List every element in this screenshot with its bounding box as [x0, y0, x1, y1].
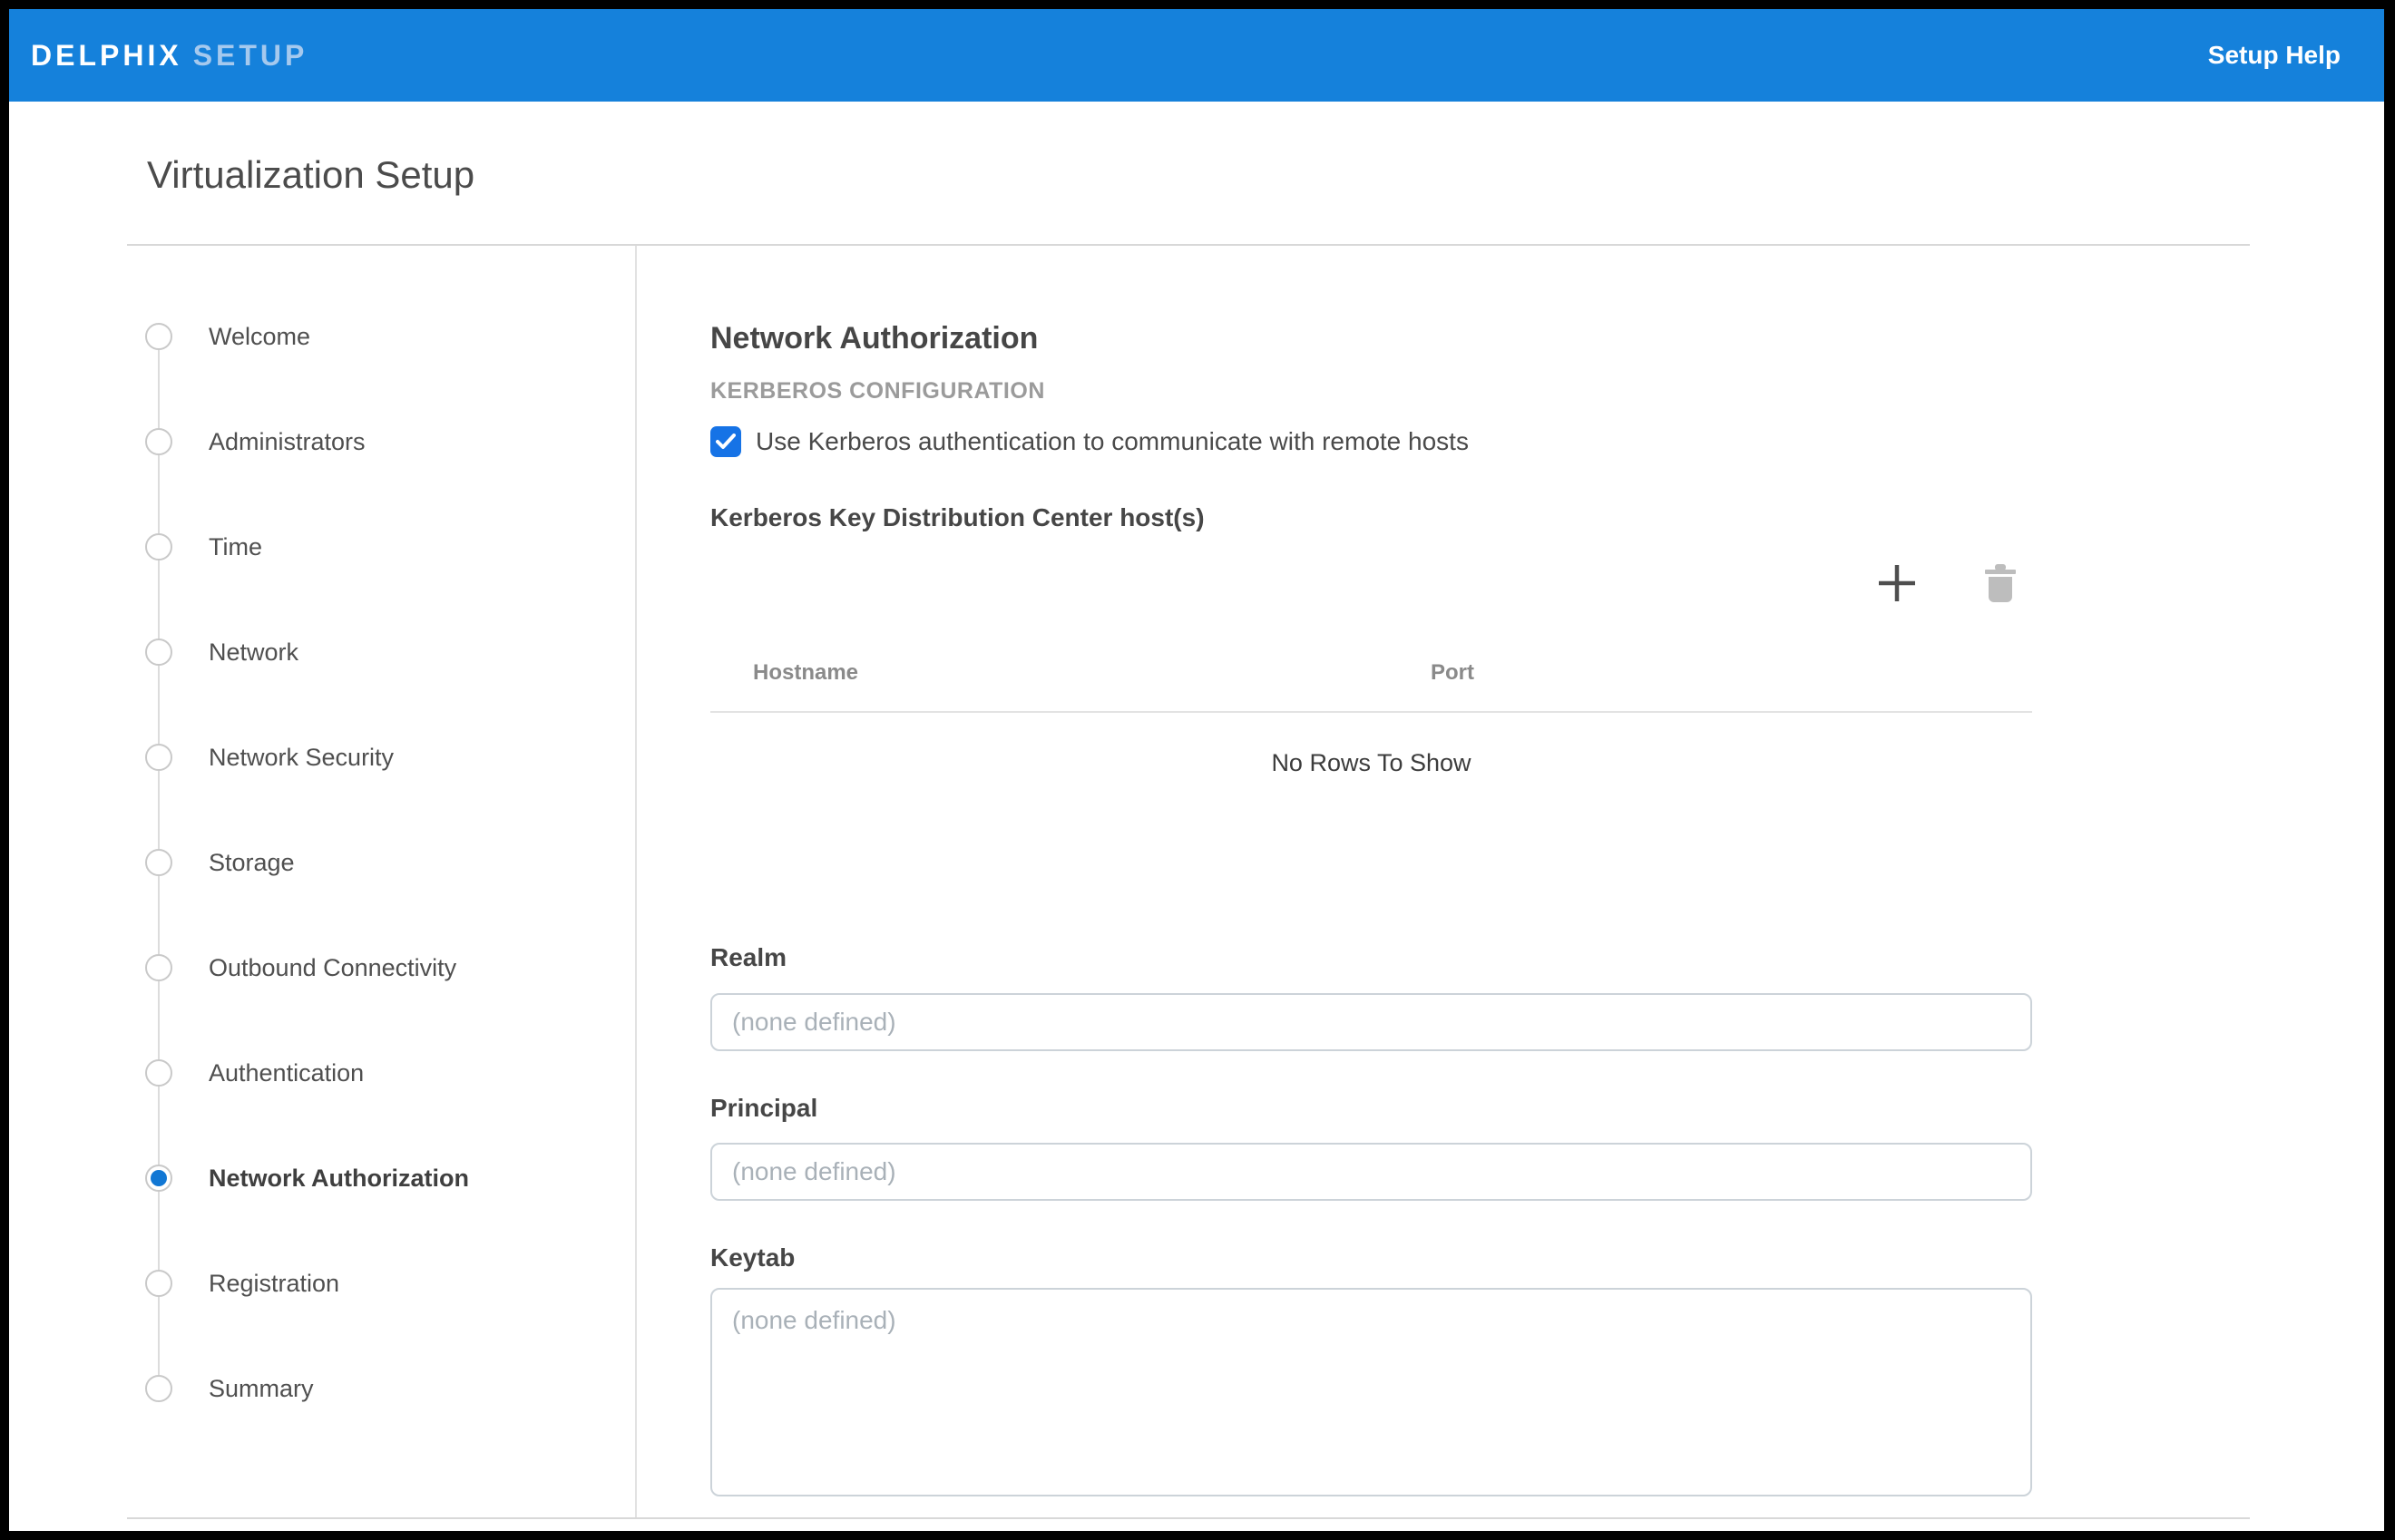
wizard-steps: Welcome Administrators Time Network	[9, 246, 635, 1441]
use-kerberos-label: Use Kerberos authentication to communica…	[756, 427, 1469, 456]
step-circle-icon	[145, 1059, 172, 1087]
sidebar-item-welcome[interactable]: Welcome	[9, 284, 635, 389]
kdc-hosts-label: Kerberos Key Distribution Center host(s)	[710, 502, 2032, 533]
step-circle-icon	[145, 323, 172, 350]
sidebar-item-administrators[interactable]: Administrators	[9, 389, 635, 494]
step-circle-icon	[145, 428, 172, 455]
step-circle-icon	[145, 1375, 172, 1402]
sidebar-item-label: Outbound Connectivity	[209, 954, 456, 982]
column-header-hostname: Hostname	[710, 660, 1388, 686]
use-kerberos-checkbox-row: Use Kerberos authentication to communica…	[710, 426, 2032, 457]
step-circle-icon	[145, 533, 172, 560]
trash-icon	[1985, 564, 2016, 602]
sidebar-item-network-authorization[interactable]: Network Authorization	[9, 1126, 635, 1231]
principal-label: Principal	[710, 1093, 2032, 1124]
screen-frame: DELPHIX SETUP Setup Help Virtualization S…	[0, 0, 2395, 1540]
column-header-port: Port	[1388, 660, 2032, 686]
sidebar-item-label: Summary	[209, 1375, 314, 1403]
delphix-setup-logo: DELPHIX SETUP	[31, 39, 308, 73]
realm-input[interactable]	[710, 993, 2032, 1051]
brand-secondary: SETUP	[193, 39, 308, 72]
sidebar-item-label: Administrators	[209, 428, 366, 456]
principal-input[interactable]	[710, 1143, 2032, 1201]
sidebar-item-label: Registration	[209, 1270, 339, 1298]
sidebar-item-network[interactable]: Network	[9, 599, 635, 705]
sidebar-item-registration[interactable]: Registration	[9, 1231, 635, 1336]
keytab-textarea[interactable]	[710, 1288, 2032, 1496]
sidebar-item-time[interactable]: Time	[9, 494, 635, 599]
top-bar: DELPHIX SETUP Setup Help	[9, 9, 2384, 102]
section-title: Network Authorization	[710, 320, 2032, 357]
sidebar-item-storage[interactable]: Storage	[9, 810, 635, 915]
step-circle-icon	[145, 849, 172, 876]
keytab-label: Keytab	[710, 1243, 2032, 1273]
step-circle-icon	[145, 954, 172, 981]
sidebar-item-label: Authentication	[209, 1059, 364, 1087]
checkmark-icon	[716, 434, 736, 450]
sidebar-item-network-security[interactable]: Network Security	[9, 705, 635, 810]
empty-table-message: No Rows To Show	[710, 751, 2032, 775]
sidebar-item-label: Storage	[209, 849, 295, 877]
brand-primary: DELPHIX	[31, 39, 182, 72]
sidebar-item-outbound-connectivity[interactable]: Outbound Connectivity	[9, 915, 635, 1020]
add-kdc-host-button[interactable]	[1876, 562, 1918, 604]
step-circle-active-icon	[145, 1165, 172, 1192]
sidebar-item-label: Time	[209, 533, 262, 561]
setup-help-link[interactable]: Setup Help	[2208, 41, 2341, 70]
sidebar-item-label: Network	[209, 638, 298, 667]
sidebar-item-authentication[interactable]: Authentication	[9, 1020, 635, 1126]
realm-label: Realm	[710, 942, 2032, 973]
page-title: Virtualization Setup	[147, 152, 2384, 198]
setup-window: DELPHIX SETUP Setup Help Virtualization S…	[9, 9, 2384, 1531]
use-kerberos-checkbox[interactable]	[710, 426, 741, 457]
step-circle-icon	[145, 744, 172, 771]
step-circle-icon	[145, 638, 172, 666]
main-panel: Network Authorization KERBEROS CONFIGURA…	[637, 246, 2384, 1517]
step-circle-icon	[145, 1270, 172, 1297]
delete-kdc-host-button[interactable]	[1985, 564, 2016, 602]
sidebar-item-label: Welcome	[209, 323, 310, 351]
kdc-grid-toolbar	[710, 560, 2032, 606]
sidebar-item-label: Network Security	[209, 744, 394, 772]
kdc-table-header: Hostname Port	[710, 606, 2032, 713]
kerberos-configuration-label: KERBEROS CONFIGURATION	[710, 377, 2032, 404]
bottom-divider	[127, 1517, 2250, 1519]
sidebar-item-label: Network Authorization	[209, 1165, 469, 1193]
page-body: Welcome Administrators Time Network	[9, 246, 2384, 1517]
sidebar-item-summary[interactable]: Summary	[9, 1336, 635, 1441]
plus-icon	[1876, 562, 1918, 604]
wizard-sidebar: Welcome Administrators Time Network	[9, 246, 637, 1517]
